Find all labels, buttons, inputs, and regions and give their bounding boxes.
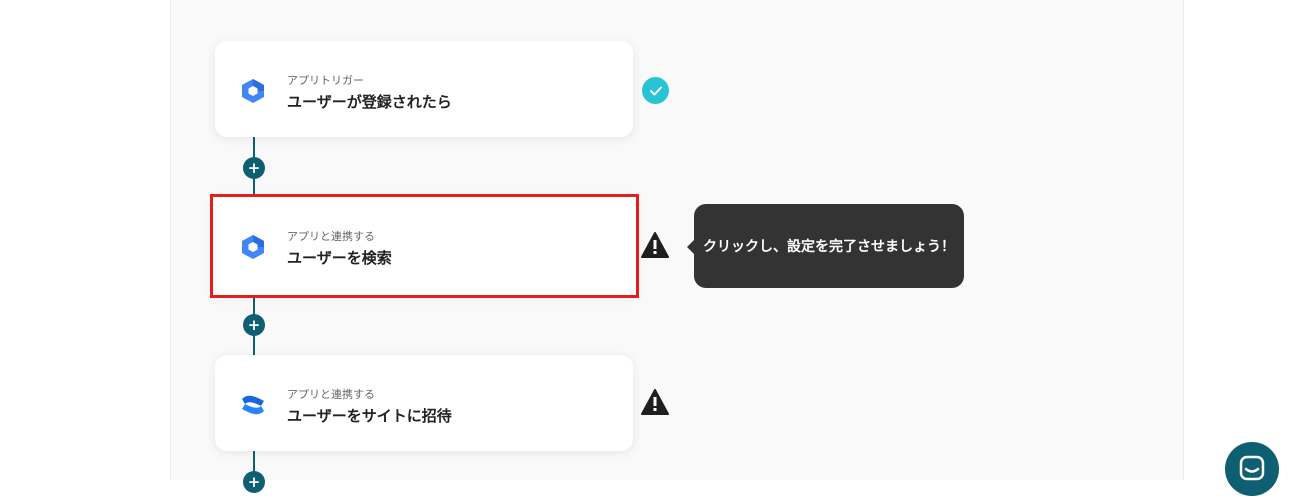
flow-step-search-user[interactable]: アプリと連携する ユーザーを検索: [210, 194, 639, 298]
step-title: ユーザーが登録されたら: [287, 93, 452, 111]
setup-tooltip: クリックし、設定を完了させましょう！: [687, 204, 964, 288]
step-subtitle: アプリトリガー: [287, 74, 364, 87]
step-title: ユーザーをサイトに招待: [287, 407, 452, 425]
chat-launcher-button[interactable]: [1225, 442, 1279, 496]
add-step-button[interactable]: +: [243, 314, 265, 336]
flow-step-trigger[interactable]: アプリトリガー ユーザーが登録されたら: [215, 41, 633, 137]
flow-step-invite-user[interactable]: アプリと連携する ユーザーをサイトに招待: [215, 355, 633, 451]
step-subtitle: アプリと連携する: [287, 230, 375, 243]
tooltip-text: クリックし、設定を完了させましょう！: [703, 239, 955, 255]
step-title: ユーザーを検索: [287, 249, 392, 267]
warning-icon: [641, 389, 669, 415]
google-workspace-icon: [242, 79, 264, 103]
confluence-icon: [242, 395, 264, 415]
check-icon: [642, 77, 669, 104]
warning-icon: [641, 232, 669, 258]
google-workspace-icon: [242, 235, 264, 259]
step-subtitle: アプリと連携する: [287, 388, 375, 401]
add-step-button[interactable]: +: [243, 471, 265, 493]
add-step-button[interactable]: +: [243, 157, 265, 179]
